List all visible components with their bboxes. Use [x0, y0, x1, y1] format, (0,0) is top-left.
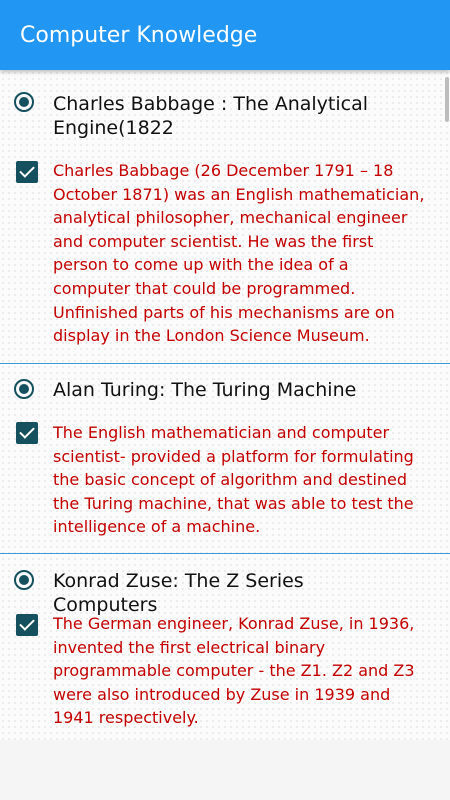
checkbox-checked-icon[interactable]: [16, 422, 38, 444]
item-description: The English mathematician and computer s…: [53, 423, 414, 537]
list-item: Konrad Zuse: The Z Series Computers The …: [0, 554, 450, 740]
item-description: Charles Babbage (26 December 1791 – 18 O…: [53, 161, 425, 346]
item-title: Charles Babbage : The Analytical Engine(…: [53, 93, 369, 139]
knowledge-list[interactable]: Charles Babbage : The Analytical Engine(…: [0, 70, 450, 740]
footer-area: [0, 740, 450, 800]
checkbox-checked-icon[interactable]: [16, 161, 38, 183]
item-title: Alan Turing: The Turing Machine: [53, 379, 357, 401]
radio-selected-icon[interactable]: [14, 92, 34, 112]
app-title: Computer Knowledge: [20, 23, 258, 48]
item-title: Konrad Zuse: The Z Series Computers: [53, 570, 304, 616]
radio-selected-icon[interactable]: [14, 379, 34, 399]
list-item: Charles Babbage : The Analytical Engine(…: [0, 70, 450, 363]
item-description: The German engineer, Konrad Zuse, in 193…: [53, 614, 415, 728]
scrollbar[interactable]: [445, 77, 449, 122]
list-item: Alan Turing: The Turing Machine The Engl…: [0, 364, 450, 553]
radio-selected-icon[interactable]: [14, 570, 34, 590]
checkbox-checked-icon[interactable]: [16, 614, 38, 636]
app-bar: Computer Knowledge: [0, 0, 450, 70]
